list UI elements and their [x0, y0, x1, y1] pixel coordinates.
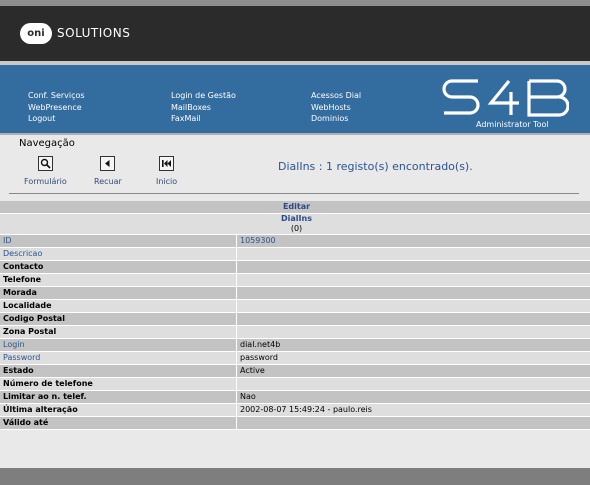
- result-count: DialIns : 1 registo(s) encontrado(s).: [278, 160, 473, 173]
- field-value: password: [236, 351, 590, 365]
- inicio-label: Inicio: [156, 177, 178, 186]
- field-value: 1059300: [236, 234, 590, 248]
- nav-link-webpresence[interactable]: WebPresence: [28, 102, 85, 114]
- field-label: ID: [0, 234, 237, 248]
- bottom-bar: [0, 468, 590, 485]
- edit-link[interactable]: Editar: [0, 201, 590, 214]
- field-label: Login: [0, 338, 237, 352]
- section-index: (0): [290, 224, 303, 233]
- table-row: Contacto: [0, 260, 590, 274]
- back-icon: [100, 156, 116, 171]
- field-value: Nao: [236, 390, 590, 404]
- nav-link-faxmail[interactable]: FaxMail: [171, 113, 236, 125]
- header: oni SOLUTIONS: [0, 6, 590, 61]
- table-row: Morada: [0, 286, 590, 300]
- field-value: [236, 260, 590, 274]
- field-value: 2002-08-07 15:49:24 - paulo.reis: [236, 403, 590, 417]
- table-row: Telefone: [0, 273, 590, 287]
- field-value: [236, 299, 590, 313]
- field-label: Morada: [0, 286, 237, 300]
- field-label: Zona Postal: [0, 325, 237, 339]
- nav-link-acessos-dial[interactable]: Acessos Dial: [311, 90, 361, 102]
- field-label: Limitar ao n. telef.: [0, 390, 237, 404]
- nav-link-login-gestao[interactable]: Login de Gestão: [171, 90, 236, 102]
- field-value: [236, 325, 590, 339]
- table-row: Localidade: [0, 299, 590, 313]
- field-label: Contacto: [0, 260, 237, 274]
- field-value: dial.net4b: [236, 338, 590, 352]
- logo-text: SOLUTIONS: [57, 26, 131, 40]
- nav-link-logout[interactable]: Logout: [28, 113, 85, 125]
- navegacao-title: Navegação: [19, 138, 75, 149]
- first-icon: [159, 156, 175, 171]
- divider: [9, 193, 579, 194]
- recuar-button[interactable]: Recuar: [94, 156, 122, 186]
- field-value: Active: [236, 364, 590, 378]
- form-icon: [37, 156, 53, 171]
- table-row: Zona Postal: [0, 325, 590, 339]
- table-row: ID 1059300: [0, 234, 590, 248]
- nav-column-1: Conf. Serviços WebPresence Logout: [28, 90, 85, 125]
- field-label: Última alteração: [0, 403, 237, 417]
- field-value: [236, 247, 590, 261]
- field-label: Codigo Postal: [0, 312, 237, 326]
- nav-column-3: Acessos Dial WebHosts Dominios: [311, 90, 361, 125]
- formulario-label: Formulário: [24, 177, 67, 186]
- s4b-subtitle: Administrator Tool: [476, 120, 549, 129]
- formulario-button[interactable]: Formulário: [24, 156, 67, 186]
- field-label: Descricao: [0, 247, 237, 261]
- field-label: Password: [0, 351, 237, 365]
- recuar-label: Recuar: [94, 177, 122, 186]
- oni-logo: oni: [20, 23, 52, 44]
- table-row: Password password: [0, 351, 590, 365]
- record-table: Editar DialIns (0) ID 1059300 Descricao Co…: [0, 201, 590, 430]
- nav-link-mailboxes[interactable]: MailBoxes: [171, 102, 236, 114]
- main-nav: Conf. Serviços WebPresence Logout Login …: [0, 65, 590, 133]
- nav-link-dominios[interactable]: Dominios: [311, 113, 361, 125]
- table-row: Codigo Postal: [0, 312, 590, 326]
- field-label: Localidade: [0, 299, 237, 313]
- table-row: Login dial.net4b: [0, 338, 590, 352]
- field-label: Telefone: [0, 273, 237, 287]
- table-row: Limitar ao n. telef. Nao: [0, 390, 590, 404]
- table-row: Estado Active: [0, 364, 590, 378]
- table-row: Descricao: [0, 247, 590, 261]
- field-value: [236, 286, 590, 300]
- s4b-logo-graphic: [442, 79, 570, 117]
- nav-link-conf-servicos[interactable]: Conf. Serviços: [28, 90, 85, 102]
- logo-mark: oni: [27, 28, 45, 39]
- field-value: [236, 416, 590, 430]
- field-value: [236, 377, 590, 391]
- field-label: Válido até: [0, 416, 237, 430]
- field-value: [236, 312, 590, 326]
- field-label: Número de telefone: [0, 377, 237, 391]
- field-label: Estado: [0, 364, 237, 378]
- nav-column-2: Login de Gestão MailBoxes FaxMail: [171, 90, 236, 125]
- section-header: DialIns (0): [0, 213, 590, 235]
- table-row: Última alteração 2002-08-07 15:49:24 - pa…: [0, 403, 590, 417]
- inicio-button[interactable]: Inicio: [156, 156, 177, 186]
- nav-link-webhosts[interactable]: WebHosts: [311, 102, 361, 114]
- table-row: Número de telefone: [0, 377, 590, 391]
- section-title: DialIns: [281, 214, 312, 223]
- field-value: [236, 273, 590, 287]
- table-row: Válido até: [0, 416, 590, 430]
- separator: [0, 133, 590, 135]
- s4b-logo: [441, 78, 570, 120]
